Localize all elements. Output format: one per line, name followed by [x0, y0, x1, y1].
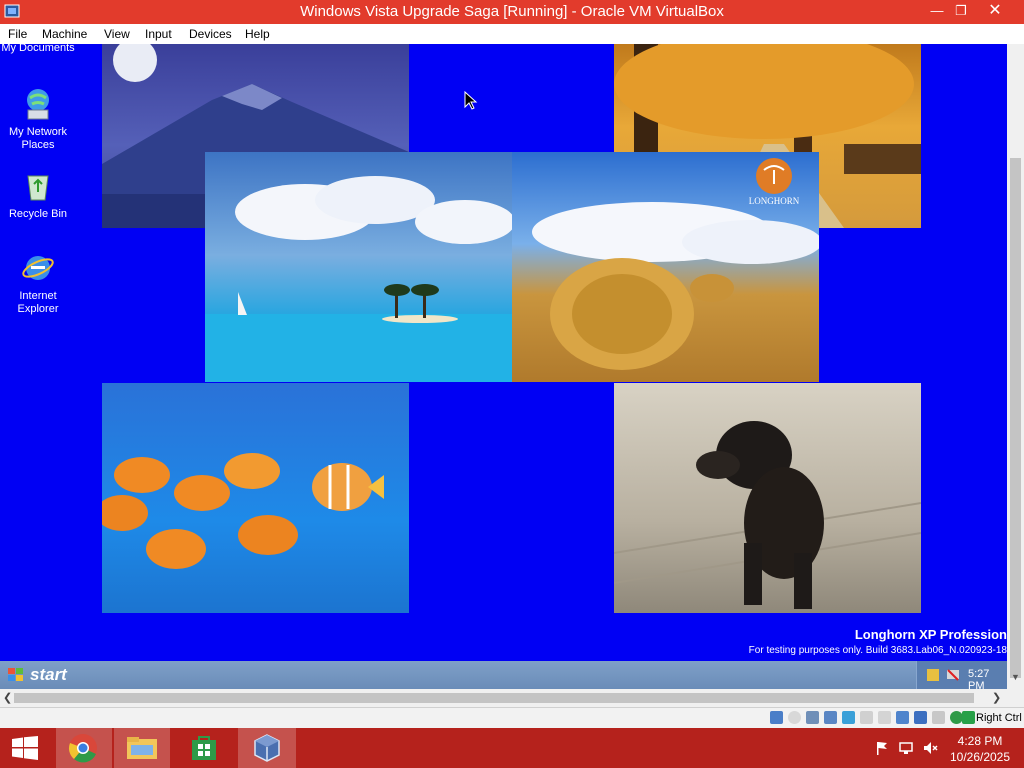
internet-explorer-icon — [22, 256, 54, 280]
video-capture-icon[interactable] — [896, 711, 909, 724]
vertical-scrollbar[interactable]: ▼ — [1007, 44, 1024, 689]
menu-bar: File Machine View Input Devices Help — [0, 24, 1024, 44]
hard-disk-icon[interactable] — [770, 711, 783, 724]
window-titlebar: Windows Vista Upgrade Saga [Running] - O… — [0, 0, 1024, 24]
scroll-down-icon[interactable]: ▼ — [1011, 672, 1020, 682]
windows-start-icon — [12, 736, 38, 760]
display-icon[interactable] — [878, 711, 891, 724]
menu-machine[interactable]: Machine — [42, 27, 87, 41]
vertical-scroll-thumb[interactable] — [1010, 158, 1021, 678]
guest-clock[interactable]: 5:27 PM — [968, 668, 1007, 689]
tray-network-icon[interactable] — [945, 667, 961, 683]
horizontal-scroll-thumb[interactable] — [14, 693, 974, 703]
wallpaper-hayfield: LONGHORN — [512, 152, 819, 382]
mouse-pointer-icon — [464, 91, 478, 110]
guest-screen[interactable]: LONGHORN My Documents My Network Places … — [0, 44, 1007, 689]
host-time: 4:28 PM — [957, 734, 1003, 748]
desktop-icon-internet-explorer[interactable]: Internet Explorer — [0, 250, 76, 316]
build-branding: Longhorn XP Profession For testing purpo… — [749, 627, 1007, 656]
start-button[interactable]: start — [0, 661, 90, 689]
network-icon[interactable] — [898, 740, 914, 756]
action-center-flag-icon[interactable] — [874, 740, 890, 756]
usb-icon[interactable] — [842, 711, 855, 724]
recycle-bin-icon — [27, 175, 49, 201]
virtualbox-taskbar-button[interactable] — [238, 728, 296, 768]
host-key-label: Right Ctrl — [976, 712, 1022, 724]
guest-taskbar: start 5:27 PM — [0, 661, 1007, 689]
close-button[interactable]: ✕ — [970, 0, 1020, 22]
start-label: start — [30, 665, 67, 684]
desktop-icon-label: Internet Explorer — [17, 290, 59, 315]
wallpaper-fish — [102, 383, 409, 613]
shared-folders-icon[interactable] — [860, 711, 873, 724]
desktop-icon-my-documents[interactable]: My Documents — [0, 44, 76, 55]
audio-icon[interactable] — [806, 711, 819, 724]
host-date: 10/26/2025 — [949, 750, 1011, 764]
host-start-button[interactable] — [0, 728, 56, 768]
folder-icon — [127, 737, 157, 759]
desktop-icon-label: Recycle Bin — [8, 208, 68, 220]
menu-file[interactable]: File — [8, 27, 27, 41]
host-clock[interactable]: 4:28 PM 10/26/2025 — [944, 733, 1016, 765]
chrome-icon — [68, 734, 97, 763]
longhorn-logo-text: LONGHORN — [749, 196, 800, 206]
menu-help[interactable]: Help — [245, 27, 270, 41]
branding-title: Longhorn XP Profession — [854, 627, 1007, 642]
scroll-left-icon[interactable]: ❮ — [3, 691, 12, 704]
mouse-integration-icon[interactable] — [932, 711, 945, 724]
virtualization-icon[interactable] — [914, 711, 927, 724]
host-key-indicator-icon[interactable] — [962, 711, 975, 724]
window-title: Windows Vista Upgrade Saga [Running] - O… — [300, 3, 724, 20]
optical-drive-icon[interactable] — [788, 711, 801, 724]
wallpaper-dog — [614, 383, 921, 613]
menu-devices[interactable]: Devices — [189, 27, 232, 41]
menu-view[interactable]: View — [104, 27, 130, 41]
windows-logo-icon — [8, 668, 23, 681]
wallpaper-island — [205, 152, 512, 382]
desktop-icon-recycle-bin[interactable]: Recycle Bin — [0, 168, 76, 221]
horizontal-scrollbar[interactable]: ❮ ❯ — [0, 689, 1024, 707]
vm-status-bar: Right Ctrl — [0, 707, 1024, 729]
chrome-taskbar-button[interactable] — [56, 728, 112, 768]
host-taskbar: 4:28 PM 10/26/2025 — [0, 728, 1024, 768]
desktop-icon-network-places[interactable]: My Network Places — [0, 86, 76, 152]
desktop-icon-label: My Documents — [1, 44, 75, 54]
tray-app-icon[interactable] — [925, 667, 941, 683]
network-adapter-icon[interactable] — [824, 711, 837, 724]
network-places-icon — [27, 89, 49, 120]
scroll-right-icon[interactable]: ❯ — [992, 691, 1001, 704]
branding-subtitle: For testing purposes only. Build 3683.La… — [748, 645, 1007, 656]
menu-input[interactable]: Input — [145, 27, 172, 41]
desktop-icon-label: My Network Places — [8, 126, 68, 151]
guest-system-tray: 5:27 PM — [916, 661, 1007, 689]
store-taskbar-button[interactable] — [176, 728, 232, 768]
file-explorer-taskbar-button[interactable] — [114, 728, 170, 768]
virtualbox-cube-icon — [254, 734, 280, 762]
store-icon — [192, 736, 216, 760]
volume-muted-icon[interactable] — [922, 740, 938, 756]
